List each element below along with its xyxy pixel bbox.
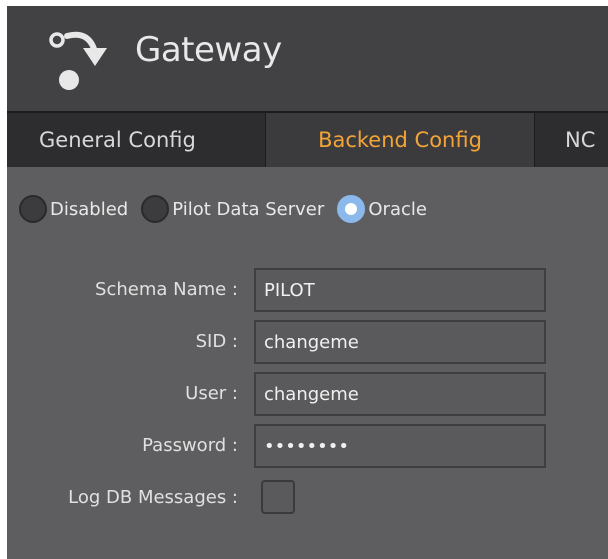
password-input[interactable] bbox=[254, 424, 546, 468]
log-db-messages-row: Log DB Messages : bbox=[7, 476, 608, 520]
backend-config-panel: Disabled Pilot Data Server Oracle Schema… bbox=[7, 167, 608, 559]
backend-type-radio-group: Disabled Pilot Data Server Oracle bbox=[19, 195, 435, 227]
radio-label-disabled[interactable]: Disabled bbox=[50, 199, 128, 220]
schema-name-input[interactable] bbox=[254, 268, 546, 312]
radio-pilot-data-server[interactable]: Pilot Data Server bbox=[141, 195, 330, 227]
sid-input[interactable] bbox=[254, 320, 546, 364]
log-db-messages-label: Log DB Messages : bbox=[68, 487, 238, 508]
radio-unchecked-icon[interactable] bbox=[19, 195, 47, 223]
sid-label: SID : bbox=[195, 331, 238, 352]
radio-label-oracle[interactable]: Oracle bbox=[368, 199, 427, 220]
schema-name-row: Schema Name : bbox=[7, 268, 608, 312]
tab-general-config[interactable]: General Config bbox=[39, 113, 196, 167]
gateway-window: Gateway General Config Backend Config NC… bbox=[7, 6, 608, 559]
password-row: Password : bbox=[7, 424, 608, 468]
schema-name-label: Schema Name : bbox=[95, 279, 238, 300]
tab-nc[interactable]: NC bbox=[565, 113, 595, 167]
radio-label-pilot-data-server[interactable]: Pilot Data Server bbox=[172, 199, 324, 220]
tab-bar: General Config Backend Config NC bbox=[7, 111, 608, 167]
app-header: Gateway bbox=[7, 6, 608, 111]
radio-disabled[interactable]: Disabled bbox=[19, 195, 134, 227]
sid-row: SID : bbox=[7, 320, 608, 364]
user-label: User : bbox=[185, 383, 238, 404]
radio-unchecked-icon[interactable] bbox=[141, 195, 170, 223]
radio-checked-icon[interactable] bbox=[337, 195, 366, 223]
password-label: Password : bbox=[142, 435, 238, 456]
user-input[interactable] bbox=[254, 372, 546, 416]
user-row: User : bbox=[7, 372, 608, 416]
radio-oracle[interactable]: Oracle bbox=[337, 195, 433, 227]
gateway-logo-icon bbox=[49, 31, 107, 90]
app-title: Gateway bbox=[135, 30, 282, 70]
log-db-messages-checkbox[interactable] bbox=[261, 480, 295, 514]
tab-backend-config[interactable]: Backend Config bbox=[265, 113, 535, 167]
